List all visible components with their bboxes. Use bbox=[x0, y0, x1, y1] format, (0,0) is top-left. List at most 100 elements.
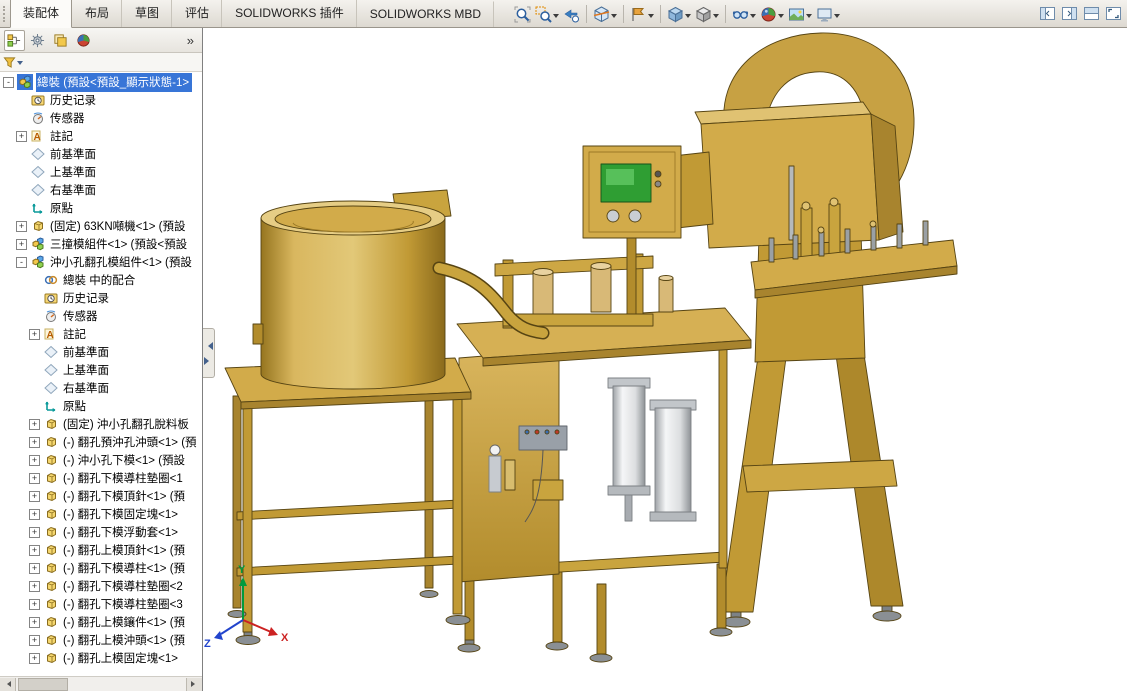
featuremanager-tab[interactable] bbox=[4, 30, 25, 51]
tree-item[interactable]: +(-) 翻孔下模導柱墊圈<3 bbox=[0, 595, 202, 613]
sensors-icon bbox=[43, 308, 59, 324]
scroll-left-icon bbox=[4, 681, 11, 687]
command-tab-6[interactable]: SOLIDWORKS MBD bbox=[357, 1, 494, 27]
expand-toggle[interactable]: + bbox=[29, 653, 40, 664]
configurationmanager-tab[interactable] bbox=[50, 30, 71, 51]
expand-toggle[interactable]: - bbox=[3, 77, 14, 88]
tree-item[interactable]: 右基準面 bbox=[0, 181, 202, 199]
tree-item[interactable]: +(-) 翻孔預沖孔沖頭<1> (預 bbox=[0, 433, 202, 451]
hide-show-items-button[interactable] bbox=[730, 5, 758, 24]
zoom-previous-button[interactable] bbox=[561, 5, 582, 24]
expand-toggle[interactable]: + bbox=[29, 419, 40, 430]
scroll-left-button[interactable] bbox=[0, 678, 16, 691]
chevron-down-icon bbox=[17, 61, 23, 68]
tree-item[interactable]: 右基準面 bbox=[0, 379, 202, 397]
tree-item[interactable]: +(固定) 沖小孔翻孔脫料板 bbox=[0, 415, 202, 433]
tree-item[interactable]: 传感器 bbox=[0, 109, 202, 127]
zoom-to-fit-button[interactable] bbox=[512, 5, 533, 24]
expand-toggle[interactable]: + bbox=[29, 545, 40, 556]
tree-item[interactable]: 前基準面 bbox=[0, 145, 202, 163]
expand-toggle[interactable]: + bbox=[16, 239, 27, 250]
assembly-icon bbox=[17, 74, 33, 90]
toolbar-separator bbox=[660, 5, 661, 23]
indent-spacer bbox=[0, 352, 26, 353]
split-view-button[interactable] bbox=[1083, 5, 1100, 22]
toolbar-grip[interactable] bbox=[3, 6, 8, 22]
tree-item[interactable]: +(-) 翻孔下模浮動套<1> bbox=[0, 523, 202, 541]
command-tab-4[interactable]: 评估 bbox=[172, 0, 222, 27]
panel-tabs bbox=[4, 30, 94, 51]
tree-item[interactable]: 传感器 bbox=[0, 307, 202, 325]
tree-item[interactable]: +(-) 翻孔上模沖頭<1> (預 bbox=[0, 631, 202, 649]
filter-button[interactable] bbox=[3, 56, 23, 69]
assembly-model[interactable]: Y X Z bbox=[203, 28, 1127, 691]
history-icon bbox=[43, 290, 59, 306]
expand-toggle[interactable]: + bbox=[29, 455, 40, 466]
fullscreen-button[interactable] bbox=[1105, 5, 1122, 22]
expand-toggle[interactable]: + bbox=[29, 617, 40, 628]
expand-toggle[interactable]: + bbox=[29, 563, 40, 574]
tree-item[interactable]: +(-) 翻孔下模固定塊<1> bbox=[0, 505, 202, 523]
view-settings-button[interactable] bbox=[814, 5, 842, 24]
tree-item[interactable]: 總裝 中的配合 bbox=[0, 271, 202, 289]
expand-toggle[interactable]: + bbox=[16, 221, 27, 232]
displaymanager-tab[interactable] bbox=[73, 30, 94, 51]
scroll-right-button[interactable] bbox=[186, 678, 202, 691]
tree-item[interactable]: 上基準面 bbox=[0, 361, 202, 379]
hopper-feeder[interactable] bbox=[225, 190, 471, 645]
tree-item[interactable]: 前基準面 bbox=[0, 343, 202, 361]
tree-item[interactable]: +(-) 翻孔下模導柱<1> (預 bbox=[0, 559, 202, 577]
propertymanager-tab[interactable] bbox=[27, 30, 48, 51]
tree-item[interactable]: +A註記 bbox=[0, 127, 202, 145]
scrollbar-thumb[interactable] bbox=[18, 678, 68, 691]
collapse-right-pane-button[interactable] bbox=[1061, 5, 1078, 22]
tree-item[interactable]: -沖小孔翻孔模組件<1> (預設 bbox=[0, 253, 202, 271]
part-icon bbox=[43, 542, 59, 558]
expand-toggle[interactable]: + bbox=[29, 527, 40, 538]
viewport-3d[interactable]: Y X Z bbox=[203, 28, 1127, 691]
tree-filter-row bbox=[0, 53, 202, 72]
expand-toggle[interactable]: + bbox=[29, 437, 40, 448]
tree-item[interactable]: -總裝 (預設<預設_顯示狀態-1> bbox=[0, 73, 202, 91]
tree-item[interactable]: +(-) 翻孔下模頂針<1> (預 bbox=[0, 487, 202, 505]
tree-item[interactable]: 上基準面 bbox=[0, 163, 202, 181]
panel-overflow-button[interactable]: » bbox=[183, 33, 198, 48]
edit-appearance-button[interactable] bbox=[758, 5, 786, 24]
tree-item[interactable]: +A註記 bbox=[0, 325, 202, 343]
expand-toggle[interactable]: + bbox=[29, 509, 40, 520]
tree-item[interactable]: 历史记录 bbox=[0, 289, 202, 307]
expand-toggle[interactable]: + bbox=[29, 491, 40, 502]
panel-splitter[interactable] bbox=[203, 328, 215, 378]
expand-toggle[interactable]: + bbox=[29, 581, 40, 592]
tree-item[interactable]: +(-) 翻孔上模頂針<1> (預 bbox=[0, 541, 202, 559]
display-style-button[interactable] bbox=[693, 5, 721, 24]
expand-toggle[interactable]: - bbox=[16, 257, 27, 268]
tree-item[interactable]: +(-) 翻孔下模導柱墊圈<1 bbox=[0, 469, 202, 487]
dynamic-annotation-icon bbox=[630, 6, 647, 23]
section-view-button[interactable] bbox=[591, 5, 619, 24]
tree-item[interactable]: 历史记录 bbox=[0, 91, 202, 109]
tree-item[interactable]: 原點 bbox=[0, 199, 202, 217]
tree-item[interactable]: +(-) 翻孔上模固定塊<1> bbox=[0, 649, 202, 667]
expand-toggle[interactable]: + bbox=[29, 329, 40, 340]
tree-item[interactable]: +(固定) 63KN噸機<1> (預設 bbox=[0, 217, 202, 235]
expand-toggle[interactable]: + bbox=[29, 635, 40, 646]
tree-item[interactable]: 原點 bbox=[0, 397, 202, 415]
expand-toggle[interactable]: + bbox=[29, 599, 40, 610]
tree-item[interactable]: +(-) 翻孔上模鑲件<1> (預 bbox=[0, 613, 202, 631]
collapse-left-pane-button[interactable] bbox=[1039, 5, 1056, 22]
command-tab-5[interactable]: SOLIDWORKS 插件 bbox=[222, 0, 357, 27]
view-orientation-button[interactable] bbox=[665, 5, 693, 24]
command-tab-2[interactable]: 布局 bbox=[72, 0, 122, 27]
expand-toggle[interactable]: + bbox=[16, 131, 27, 142]
tree-item[interactable]: +(-) 沖小孔下模<1> (預設 bbox=[0, 451, 202, 469]
command-tab-1[interactable]: 装配体 bbox=[10, 0, 72, 28]
tree-item[interactable]: +三撞模組件<1> (預設<預設 bbox=[0, 235, 202, 253]
expand-toggle[interactable]: + bbox=[29, 473, 40, 484]
tree-horizontal-scrollbar[interactable] bbox=[0, 676, 202, 691]
dynamic-annotation-button[interactable] bbox=[628, 5, 656, 24]
zoom-to-area-button[interactable] bbox=[533, 5, 561, 24]
tree-item[interactable]: +(-) 翻孔下模導柱墊圈<2 bbox=[0, 577, 202, 595]
command-tab-3[interactable]: 草图 bbox=[122, 0, 172, 27]
apply-scene-button[interactable] bbox=[786, 5, 814, 24]
